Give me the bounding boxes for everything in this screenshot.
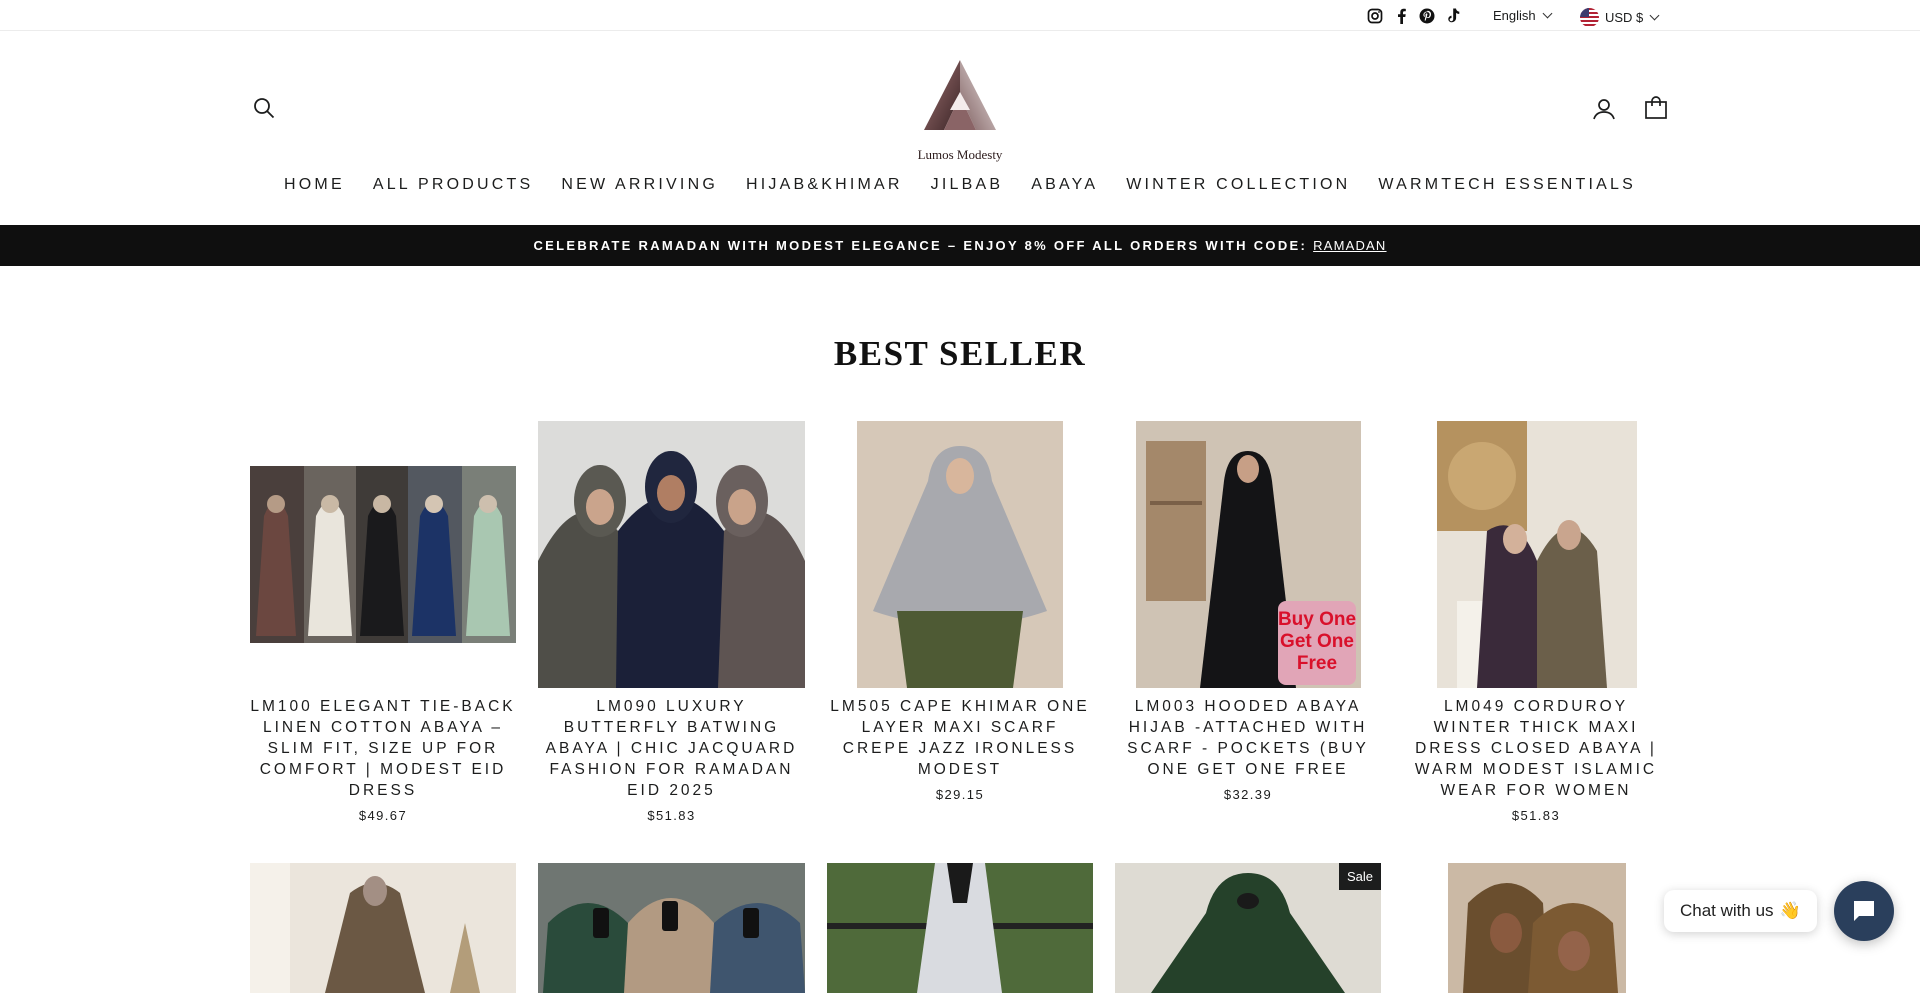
product-card[interactable]: LM090 Luxury Butterfly Batwing Abaya | C…	[538, 696, 805, 823]
main-nav: HOME ALL PRODUCTS NEW ARRIVING HIJAB&KHI…	[0, 176, 1920, 194]
product-image[interactable]: Buy One Get One Free	[1136, 421, 1361, 688]
utility-bar: English USD $	[0, 0, 1920, 31]
svg-text:Get One: Get One	[1280, 631, 1354, 652]
svg-text:Free: Free	[1297, 653, 1337, 674]
product-title[interactable]: LM049 Corduroy Winter Thick Maxi Dress C…	[1403, 696, 1669, 801]
chevron-down-icon	[1649, 10, 1660, 21]
nav-home[interactable]: HOME	[270, 176, 359, 194]
chat-open-button[interactable]	[1834, 881, 1894, 941]
chat-prompt[interactable]: Chat with us 👋	[1664, 890, 1817, 932]
announcement-text: CELEBRATE RAMADAN WITH MODEST ELEGANCE –…	[533, 238, 1308, 253]
social-links	[1366, 7, 1461, 24]
product-title[interactable]: LM003 Hooded Abaya Hijab -Attached with …	[1115, 696, 1381, 780]
chat-icon	[1854, 901, 1874, 921]
product-price: $49.67	[358, 808, 408, 823]
product-card[interactable]: LM100 Elegant Tie-Back Linen Cotton Abay…	[250, 696, 516, 823]
chat-label: Chat with us	[1680, 901, 1774, 920]
product-image[interactable]	[250, 863, 516, 993]
product-image[interactable]	[857, 421, 1063, 688]
product-card[interactable]: LM049 Corduroy Winter Thick Maxi Dress C…	[1403, 696, 1669, 823]
promo-code-link[interactable]: RAMADAN	[1313, 238, 1386, 253]
facebook-icon[interactable]	[1392, 7, 1409, 24]
chevron-down-icon	[1542, 8, 1553, 19]
product-price: $51.83	[1511, 808, 1561, 823]
pinterest-icon[interactable]	[1418, 7, 1435, 24]
product-title[interactable]: LM100 Elegant Tie-Back Linen Cotton Abay…	[250, 696, 516, 801]
section-title: BEST SELLER	[833, 334, 1087, 373]
product-image[interactable]	[1437, 421, 1637, 688]
search-icon[interactable]	[252, 96, 276, 125]
product-title[interactable]: LM505 Cape Khimar One Layer Maxi Scarf C…	[827, 696, 1093, 780]
tiktok-icon[interactable]	[1444, 7, 1461, 24]
product-image[interactable]	[1448, 863, 1626, 993]
language-selector[interactable]: English	[1493, 8, 1553, 23]
promo-text: Buy One	[1278, 609, 1356, 630]
product-price: $29.15	[935, 787, 985, 802]
nav-winter-collection[interactable]: WINTER COLLECTION	[1112, 176, 1364, 194]
logo-text: Lumos Modesty	[917, 147, 1003, 162]
product-image[interactable]	[250, 466, 516, 643]
product-image[interactable]	[538, 421, 805, 688]
product-card[interactable]: LM003 Hooded Abaya Hijab -Attached with …	[1115, 696, 1381, 802]
announcement-bar: CELEBRATE RAMADAN WITH MODEST ELEGANCE –…	[0, 225, 1920, 266]
product-card[interactable]: LM505 Cape Khimar One Layer Maxi Scarf C…	[827, 696, 1093, 802]
nav-new-arriving[interactable]: NEW ARRIVING	[547, 176, 732, 194]
nav-jilbab[interactable]: JILBAB	[917, 176, 1018, 194]
instagram-icon[interactable]	[1366, 7, 1383, 24]
nav-warmtech-essentials[interactable]: WARMTECH ESSENTIALS	[1364, 176, 1650, 194]
logo[interactable]: Lumos Modesty	[905, 58, 1015, 163]
product-price: $51.83	[647, 808, 696, 823]
language-label: English	[1493, 8, 1536, 23]
cart-icon[interactable]	[1644, 96, 1668, 125]
product-price: $32.39	[1223, 787, 1273, 802]
product-title[interactable]: LM090 Luxury Butterfly Batwing Abaya | C…	[538, 696, 805, 801]
waving-hand-icon: 👋	[1779, 901, 1801, 920]
product-image[interactable]	[827, 863, 1093, 993]
currency-label: USD $	[1605, 10, 1644, 25]
account-icon[interactable]	[1592, 97, 1616, 126]
nav-abaya[interactable]: ABAYA	[1017, 176, 1112, 194]
logo-mark-icon	[924, 60, 996, 130]
sale-badge: Sale	[1338, 863, 1381, 890]
product-image[interactable]	[538, 863, 805, 993]
currency-selector[interactable]: USD $	[1580, 8, 1660, 27]
us-flag-icon	[1580, 8, 1599, 27]
nav-all-products[interactable]: ALL PRODUCTS	[359, 176, 548, 194]
product-image[interactable]: Sale	[1115, 863, 1381, 993]
nav-hijab-khimar[interactable]: HIJAB&KHIMAR	[732, 176, 917, 194]
